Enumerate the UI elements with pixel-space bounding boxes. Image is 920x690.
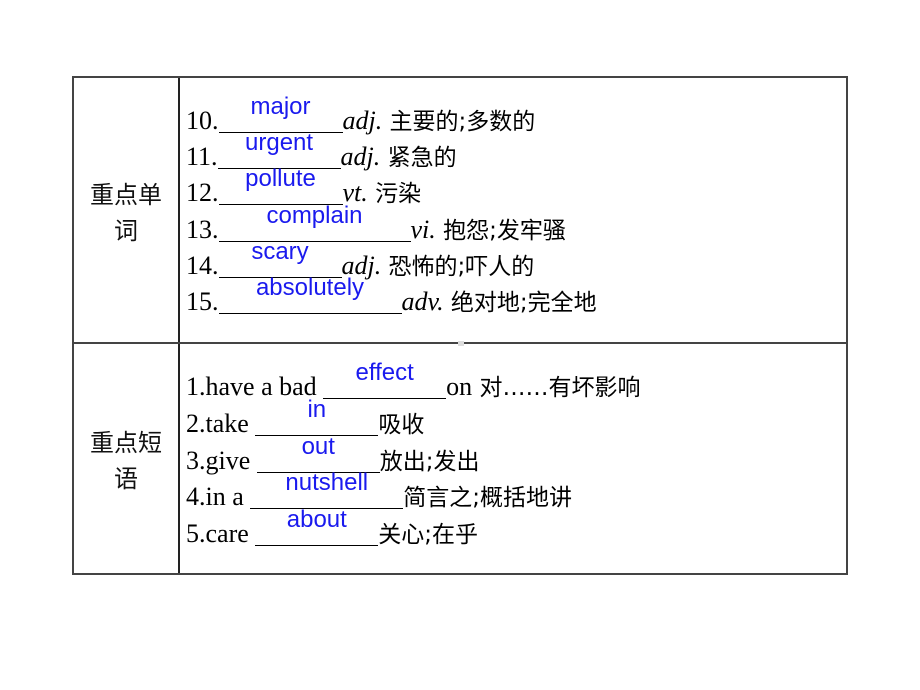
- part-of-speech: adv.: [401, 287, 444, 316]
- meaning: 关心;在乎: [378, 522, 479, 548]
- phrase-suffix: on: [446, 372, 473, 401]
- answer-text: scary: [251, 238, 309, 265]
- answer-text: absolutely: [255, 274, 365, 301]
- label-line: 重点短: [90, 429, 162, 457]
- answer-text: pollute: [245, 165, 316, 192]
- answer-text: complain: [266, 202, 363, 229]
- part-of-speech: adj.: [342, 106, 383, 135]
- item-number: 15.: [186, 287, 219, 316]
- answer-text: effect: [355, 359, 414, 386]
- marker-dot: [458, 341, 464, 346]
- phrase-item: 5.care about 关心;在乎: [186, 506, 479, 552]
- label-line: 语: [114, 465, 138, 493]
- meaning: 抱怨;发牢骚: [435, 218, 566, 244]
- answer-text: urgent: [245, 129, 314, 156]
- section-label-phrases: 重点短 语: [74, 425, 178, 497]
- answer-text: out: [301, 433, 335, 460]
- answer-text: nutshell: [285, 469, 369, 496]
- part-of-speech: vi.: [410, 215, 436, 244]
- answer-blank: absolutely: [218, 274, 402, 314]
- phrase-prefix: 4.in a: [186, 482, 251, 511]
- answer-blank: about: [255, 506, 379, 546]
- meaning: 吸收: [378, 412, 425, 438]
- phrase-prefix: 5.care: [186, 519, 256, 548]
- item-number: 13.: [186, 215, 219, 244]
- meaning: 紧急的: [380, 145, 457, 171]
- meaning: 绝对地;完全地: [443, 290, 597, 316]
- item-number: 12.: [186, 178, 219, 207]
- item-number: 11.: [186, 142, 218, 171]
- part-of-speech: adj.: [340, 142, 381, 171]
- meaning: 主要的;多数的: [382, 109, 536, 135]
- answer-text: in: [307, 396, 327, 423]
- label-line: 重点单: [90, 181, 162, 209]
- phrase-item: 4.in a nutshell 简言之;概括地讲: [186, 469, 573, 515]
- item-number: 14.: [186, 251, 219, 280]
- section-label-words: 重点单 词: [74, 177, 178, 249]
- column-divider: [178, 78, 180, 573]
- phrase-item: 1.have a bad effect on 对……有坏影响: [186, 359, 641, 405]
- meaning: 简言之;概括地讲: [403, 485, 573, 511]
- vocabulary-table: 重点单 词 10. major adj. 主要的;多数的 11. urgent adj.…: [72, 76, 848, 575]
- answer-text: about: [286, 506, 347, 533]
- item-number: 10.: [186, 106, 219, 135]
- meaning: 恐怖的;吓人的: [381, 254, 535, 280]
- label-line: 词: [114, 217, 138, 245]
- meaning: 对……有坏影响: [472, 375, 641, 401]
- answer-text: major: [250, 93, 311, 120]
- phrase-prefix: 3.give: [186, 446, 257, 475]
- phrase-prefix: 2.take: [186, 409, 256, 438]
- word-item: 15. absolutely adv. 绝对地;完全地: [186, 274, 597, 320]
